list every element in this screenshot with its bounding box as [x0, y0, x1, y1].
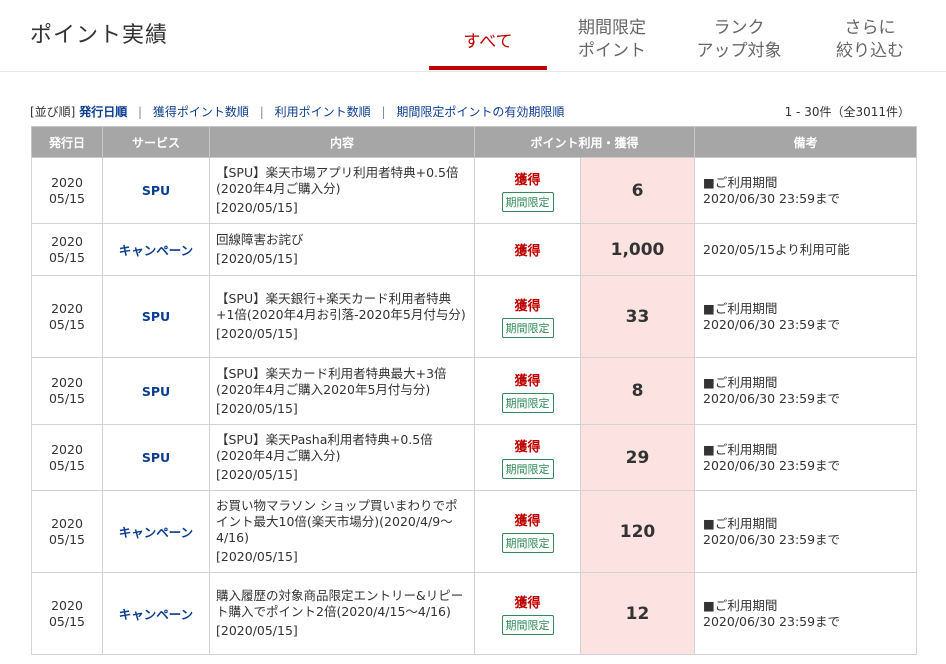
points-cell: 29 [579, 424, 696, 491]
type-cell: 獲得 期間限定 [474, 275, 581, 358]
content-cell: 【SPU】楽天市場アプリ利用者特典+0.5倍(2020年4月ご購入分) [2020… [209, 157, 475, 224]
tab-filter-line2: 絞り込む [836, 41, 904, 61]
note-cell: ■ご利用期間 2020/06/30 23:59まで [694, 572, 918, 655]
earned-label: 獲得 [514, 173, 541, 188]
service-cell[interactable]: SPU [102, 357, 210, 425]
header-note: 備考 [694, 126, 918, 158]
tab-limited-line2: ポイント [578, 41, 646, 61]
tab-filter[interactable]: さらに 絞り込む [815, 17, 925, 63]
header-content: 内容 [209, 126, 475, 158]
tab-limited-line1: 期間限定 [578, 18, 646, 38]
type-cell: 獲得 期間限定 [474, 572, 581, 655]
sort-separator: | [381, 105, 386, 119]
active-tab-indicator [429, 66, 547, 70]
tab-all[interactable]: すべて [429, 31, 547, 54]
note-cell: 2020/05/15より利用可能 [694, 223, 918, 276]
service-cell[interactable]: キャンペーン [102, 490, 210, 573]
content-cell: 【SPU】楽天カード利用者特典最大+3倍(2020年4月ご購入2020年5月付与… [209, 357, 475, 425]
earned-label: 獲得 [514, 596, 541, 611]
page-header: ポイント実績 すべて 期間限定 ポイント ランク アップ対象 さらに 絞り込む [0, 0, 946, 72]
earned-label: 獲得 [514, 299, 541, 314]
sort-separator: | [138, 105, 143, 119]
issue-date-cell: 2020 05/15 [31, 424, 103, 491]
sort-by-used-points[interactable]: 利用ポイント数順 [275, 105, 371, 119]
table-row: 2020 05/15 SPU 【SPU】楽天カード利用者特典最大+3倍(2020年… [31, 357, 918, 425]
content-cell: お買い物マラソン ショップ買いまわりでポイント最大10倍(楽天市場分)(2020… [209, 490, 475, 573]
sort-separator: | [259, 105, 264, 119]
tab-limited-points[interactable]: 期間限定 ポイント [556, 17, 668, 63]
tab-all-label: すべて [463, 32, 513, 52]
table-row: 2020 05/15 キャンペーン お買い物マラソン ショップ買いまわりでポイント… [31, 490, 918, 573]
sort-prefix: [並び順] [30, 105, 76, 119]
content-cell: 回線障害お詫び [2020/05/15] [209, 223, 475, 276]
note-cell: ■ご利用期間 2020/06/30 23:59まで [694, 357, 918, 425]
issue-date-cell: 2020 05/15 [31, 490, 103, 573]
type-cell: 獲得 期間限定 [474, 357, 581, 425]
points-cell: 33 [579, 275, 696, 358]
tab-rank-line2: アップ対象 [696, 41, 782, 61]
type-cell: 獲得 期間限定 [474, 157, 581, 224]
points-table: 発行日 サービス 内容 ポイント利用・獲得 備考 2020 05/15 SPU 【… [31, 126, 918, 655]
issue-date-cell: 2020 05/15 [31, 572, 103, 655]
note-cell: ■ご利用期間 2020/06/30 23:59まで [694, 424, 918, 491]
earned-label: 獲得 [514, 244, 541, 259]
type-cell: 獲得 期間限定 [474, 490, 581, 573]
issue-date-cell: 2020 05/15 [31, 157, 103, 224]
note-cell: ■ご利用期間 2020/06/30 23:59まで [694, 490, 918, 573]
service-cell[interactable]: キャンペーン [102, 572, 210, 655]
table-row: 2020 05/15 キャンペーン 回線障害お詫び [2020/05/15] 獲得 … [31, 223, 918, 276]
tab-rank-up[interactable]: ランク アップ対象 [678, 17, 800, 63]
sort-by-earned-points[interactable]: 獲得ポイント数順 [153, 105, 249, 119]
service-cell[interactable]: SPU [102, 424, 210, 491]
limited-badge: 期間限定 [501, 392, 554, 413]
issue-date-cell: 2020 05/15 [31, 357, 103, 425]
note-cell: ■ご利用期間 2020/06/30 23:59まで [694, 157, 918, 224]
table-header-row: 発行日 サービス 内容 ポイント利用・獲得 備考 [31, 126, 918, 158]
type-cell: 獲得 期間限定 [474, 424, 581, 491]
sort-by-issue-date[interactable]: 発行日順 [79, 105, 127, 119]
points-cell: 12 [579, 572, 696, 655]
header-service: サービス [102, 126, 210, 158]
tab-rank-line1: ランク [713, 18, 765, 38]
points-cell: 8 [579, 357, 696, 425]
sort-by-expiry[interactable]: 期間限定ポイントの有効期限順 [396, 105, 564, 119]
issue-date-cell: 2020 05/15 [31, 275, 103, 358]
content-cell: 【SPU】楽天Pasha利用者特典+0.5倍(2020年4月ご購入分) [2020… [209, 424, 475, 491]
earned-label: 獲得 [514, 373, 541, 389]
points-cell: 120 [579, 490, 696, 573]
limited-badge: 期間限定 [501, 533, 554, 553]
table-row: 2020 05/15 SPU 【SPU】楽天銀行+楽天カード利用者特典+1倍(20… [31, 275, 918, 358]
sort-bar: [並び順] 発行日順 | 獲得ポイント数順 | 利用ポイント数順 | 期間限定ポ… [30, 103, 564, 120]
tab-filter-line1: さらに [844, 18, 896, 38]
type-cell: 獲得 [474, 223, 581, 276]
limited-badge: 期間限定 [501, 318, 554, 338]
points-cell: 6 [579, 157, 696, 224]
service-cell[interactable]: SPU [102, 275, 210, 358]
earned-label: 獲得 [514, 514, 541, 529]
service-cell[interactable]: キャンペーン [102, 223, 210, 276]
table-row: 2020 05/15 キャンペーン 購入履歴の対象商品限定エントリー&リピート購入… [31, 572, 918, 655]
earned-label: 獲得 [514, 440, 541, 455]
content-cell: 購入履歴の対象商品限定エントリー&リピート購入でポイント2倍(2020/4/15… [209, 572, 475, 655]
limited-badge: 期間限定 [501, 192, 554, 212]
limited-badge: 期間限定 [501, 459, 554, 479]
service-cell[interactable]: SPU [102, 157, 210, 224]
page-title: ポイント実績 [30, 23, 169, 48]
limited-badge: 期間限定 [501, 615, 554, 635]
issue-date-cell: 2020 05/15 [31, 223, 103, 276]
note-cell: ■ご利用期間 2020/06/30 23:59まで [694, 275, 918, 358]
table-row: 2020 05/15 SPU 【SPU】楽天Pasha利用者特典+0.5倍(202… [31, 424, 918, 491]
points-cell: 1,000 [579, 223, 696, 276]
header-points: ポイント利用・獲得 [473, 126, 696, 158]
content-cell: 【SPU】楽天銀行+楽天カード利用者特典+1倍(2020年4月お引落-2020年… [209, 275, 475, 358]
result-count: 1 - 30件（全3011件） [784, 105, 910, 119]
table-row: 2020 05/15 SPU 【SPU】楽天市場アプリ利用者特典+0.5倍(202… [31, 157, 918, 224]
header-issue-date: 発行日 [31, 126, 103, 158]
